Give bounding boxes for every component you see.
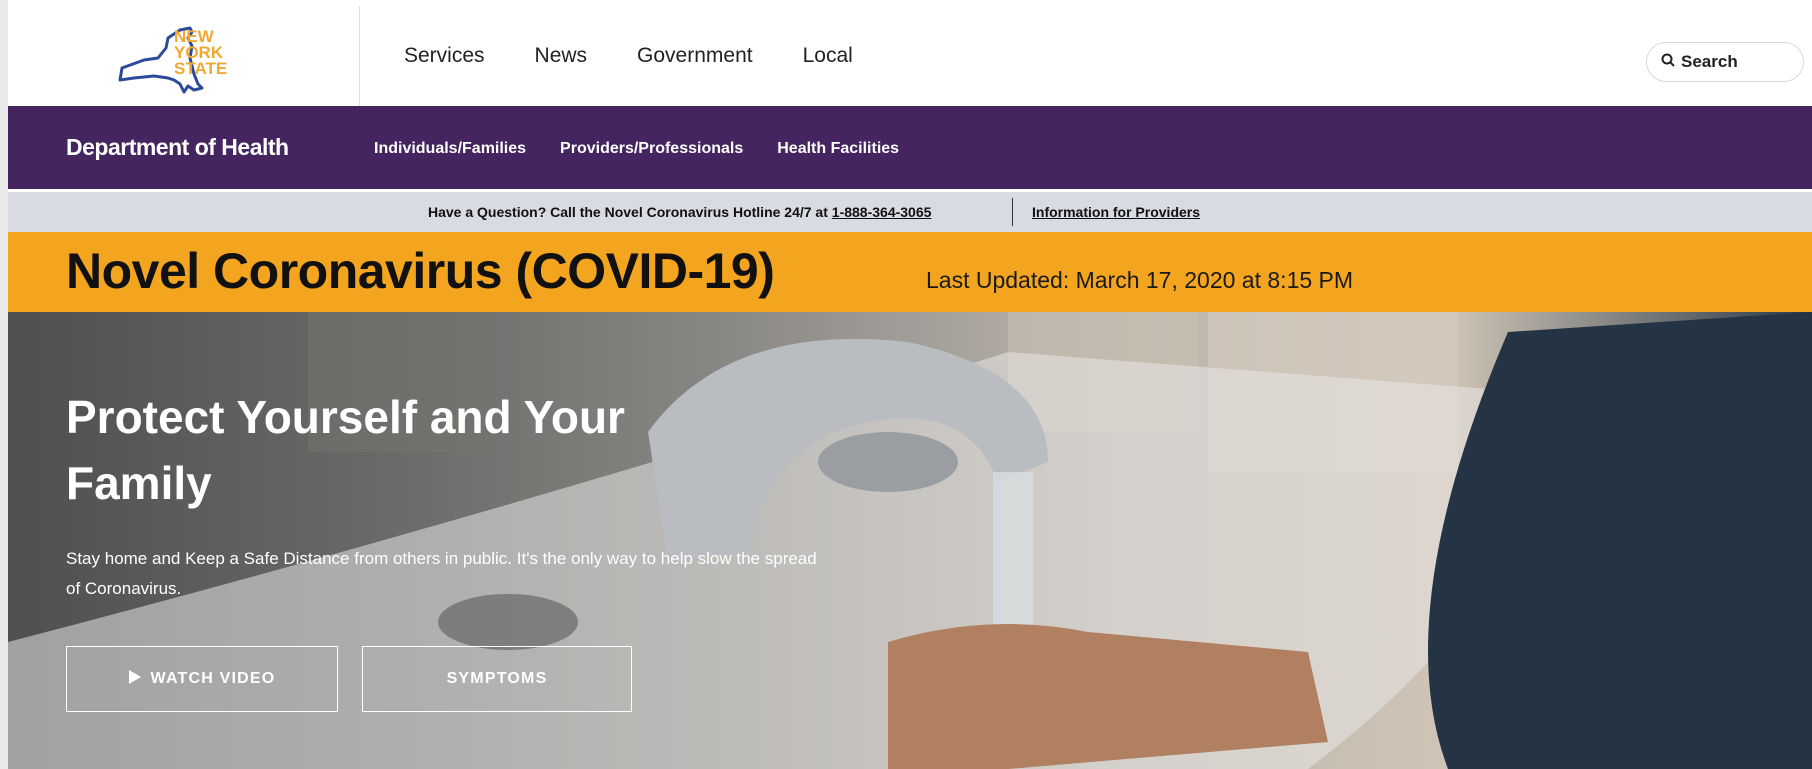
ny-state-logo[interactable]: NEW YORK STATE — [114, 18, 254, 96]
symptoms-button[interactable]: SYMPTOMS — [362, 646, 632, 712]
agency-nav: Individuals/Families Providers/Professio… — [374, 140, 899, 158]
browser-frame: NEW YORK STATE Services News Government … — [8, 0, 1812, 769]
hero-banner: Protect Yourself and Your Family Stay ho… — [8, 312, 1812, 769]
hotline-prompt: Have a Question? Call the Novel Coronavi… — [428, 204, 832, 220]
agency-bar: Department of Health Individuals/Familie… — [8, 106, 1812, 189]
nav-government[interactable]: Government — [637, 44, 753, 68]
hotline-bar: Have a Question? Call the Novel Coronavi… — [8, 192, 1812, 232]
alert-banner: Novel Coronavirus (COVID-19) Last Update… — [8, 232, 1812, 312]
hero-text: Stay home and Keep a Safe Distance from … — [66, 549, 817, 598]
agency-nav-providers[interactable]: Providers/Professionals — [560, 140, 743, 158]
nav-news[interactable]: News — [535, 44, 588, 68]
alert-title: Novel Coronavirus (COVID-19) — [66, 243, 775, 299]
symptoms-label: SYMPTOMS — [446, 670, 548, 687]
page: NEW YORK STATE Services News Government … — [0, 0, 1812, 769]
nav-services[interactable]: Services — [404, 44, 485, 68]
nav-local[interactable]: Local — [803, 44, 853, 68]
search-label: Search — [1681, 52, 1738, 71]
agency-nav-facilities[interactable]: Health Facilities — [777, 140, 899, 158]
hotline-text: Have a Question? Call the Novel Coronavi… — [428, 204, 931, 220]
hero-title: Protect Yourself and Your Family — [66, 391, 625, 509]
logo-cell: NEW YORK STATE — [8, 6, 360, 106]
logo-word-state: STATE — [174, 59, 227, 78]
providers-info-link[interactable]: Information for Providers — [1032, 204, 1200, 220]
agency-name[interactable]: Department of Health — [66, 134, 289, 161]
hotline-phone-link[interactable]: 1-888-364-3065 — [832, 204, 932, 220]
main-nav: Services News Government Local — [404, 6, 853, 106]
search-icon — [1661, 53, 1675, 72]
play-icon — [128, 669, 141, 689]
watch-video-button[interactable]: WATCH VIDEO — [66, 646, 338, 712]
last-updated: Last Updated: March 17, 2020 at 8:15 PM — [926, 267, 1354, 293]
watch-video-label: WATCH VIDEO — [150, 670, 276, 687]
hotline-divider — [1012, 198, 1013, 226]
search-button[interactable]: Search — [1646, 42, 1804, 82]
site-header: NEW YORK STATE Services News Government … — [8, 6, 1812, 106]
agency-nav-individuals[interactable]: Individuals/Families — [374, 140, 526, 158]
